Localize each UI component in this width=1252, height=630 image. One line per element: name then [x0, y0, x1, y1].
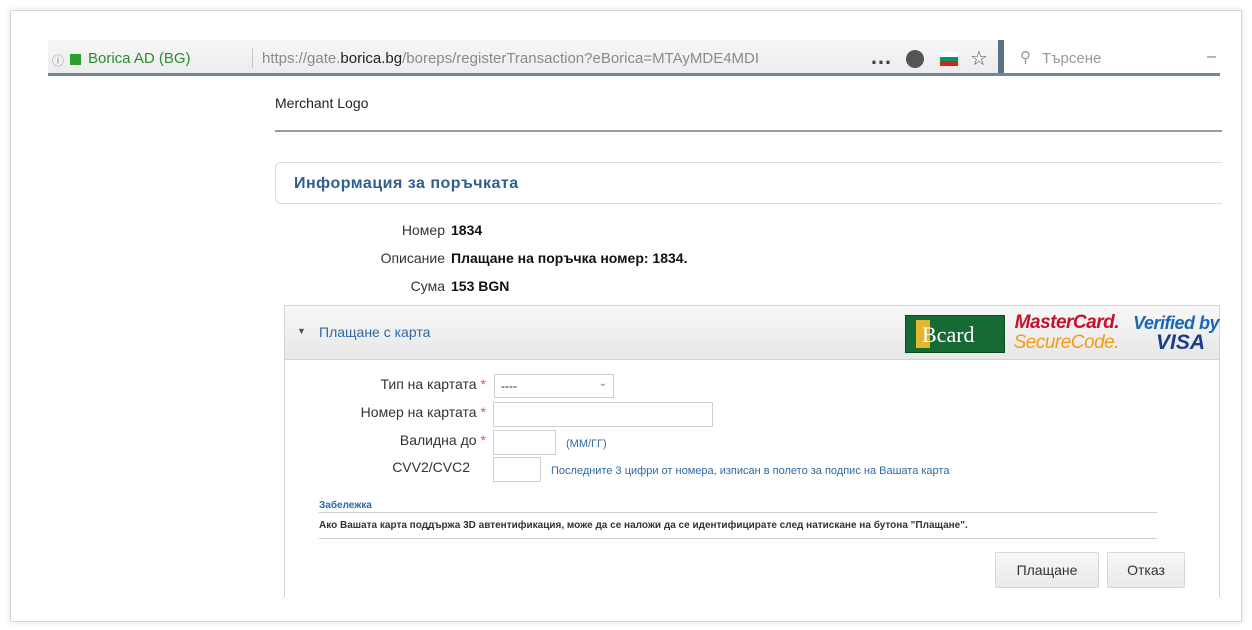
search-placeholder: Търсене	[1042, 50, 1102, 67]
cancel-button[interactable]: Отказ	[1107, 552, 1185, 588]
order-amount-value: 153 BGN	[451, 278, 510, 294]
verified-by-visa-logo: Verified by VISA	[1123, 313, 1219, 353]
bulgarian-flag-icon[interactable]	[940, 52, 958, 66]
note-divider-bottom	[319, 538, 1157, 539]
card-number-label: Номер на картата *	[361, 404, 486, 420]
site-identity[interactable]: Borica AD (BG)	[88, 50, 191, 67]
valid-until-format-hint: (ММ/ГГ)	[566, 438, 607, 450]
required-marker: *	[480, 404, 486, 420]
url-text[interactable]: https://gate.borica.bg/boreps/registerTr…	[262, 50, 842, 67]
order-number-value: 1834	[451, 222, 483, 238]
valid-until-label: Валидна до *	[400, 432, 486, 448]
browser-search-input[interactable]: ⚲ Търсене	[998, 40, 1220, 73]
order-info-title: Информация за поръчката	[294, 175, 519, 192]
order-description-label: Описание	[380, 250, 445, 266]
bcard-logo: Bcard	[905, 315, 1005, 353]
visa-logo-line2: VISA	[1155, 331, 1205, 354]
order-number-label: Номер	[401, 222, 445, 238]
order-description-value: Плащане на поръчка номер: 1834.	[451, 250, 688, 266]
more-icon[interactable]: …	[870, 44, 893, 70]
cvv-row: CVV2/CVC2	[0, 457, 470, 483]
card-type-row: Тип на картата *	[0, 374, 486, 400]
card-payment-header[interactable]: ▼ Плащане с карта Bcard MasterCard. Secu…	[285, 306, 1220, 360]
pocket-icon[interactable]	[906, 50, 924, 68]
info-icon[interactable]: ⓘ	[52, 52, 64, 68]
url-rest: /boreps/registerTransaction?eBorica=MTAy…	[402, 50, 760, 67]
note-title: Забележка	[319, 500, 372, 511]
card-number-row: Номер на картата *	[0, 402, 486, 428]
pay-button[interactable]: Плащане	[995, 552, 1099, 588]
url-prefix: https://gate.	[262, 50, 341, 67]
url-domain: borica.bg	[340, 50, 403, 67]
url-divider	[252, 48, 253, 68]
cvv-hint: Последните 3 цифри от номера, изписан в …	[551, 465, 950, 477]
chevron-down-icon: ⌄	[598, 378, 607, 389]
cvv-input[interactable]	[493, 457, 541, 482]
mastercard-logo-line2: SecureCode.	[1013, 332, 1120, 353]
note-text: Ако Вашата карта поддържа 3D автентифика…	[319, 520, 968, 531]
required-marker: *	[480, 376, 486, 392]
card-type-label: Тип на картата *	[380, 376, 486, 392]
bookmark-star-icon[interactable]: ☆	[970, 46, 988, 71]
card-type-select[interactable]: ---- ⌄	[494, 374, 614, 398]
order-amount-label: Сума	[410, 278, 445, 294]
mastercard-logo-line1: MasterCard.	[1014, 312, 1120, 333]
merchant-logo: Merchant Logo	[275, 95, 369, 111]
secure-lock-icon	[70, 54, 81, 65]
collapse-triangle-icon[interactable]: ▼	[297, 326, 306, 336]
note-divider-top	[319, 512, 1157, 513]
valid-until-input[interactable]	[493, 430, 556, 455]
cvv-label: CVV2/CVC2	[392, 459, 470, 475]
mastercard-securecode-logo: MasterCard. SecureCode.	[1011, 312, 1120, 353]
card-type-selected-value: ----	[501, 379, 517, 393]
card-payment-title[interactable]: Плащане с карта	[319, 324, 430, 340]
order-info-header: Информация за поръчката	[275, 162, 1222, 204]
card-number-label-text: Номер на картата	[360, 404, 477, 420]
visa-logo-line1: Verified by	[1133, 313, 1219, 333]
browser-url-bar[interactable]: ⓘ Borica AD (BG) https://gate.borica.bg/…	[48, 40, 1220, 76]
bcard-logo-text: Bcard	[922, 322, 975, 347]
valid-until-row: Валидна до *	[0, 430, 486, 456]
card-type-label-text: Тип на картата	[380, 376, 477, 392]
card-number-input[interactable]	[493, 402, 713, 427]
valid-until-label-text: Валидна до	[399, 432, 477, 448]
search-icon: ⚲	[1020, 49, 1031, 66]
required-marker: *	[480, 432, 486, 448]
menu-icon[interactable]: –	[1207, 48, 1216, 66]
header-divider	[275, 130, 1222, 132]
